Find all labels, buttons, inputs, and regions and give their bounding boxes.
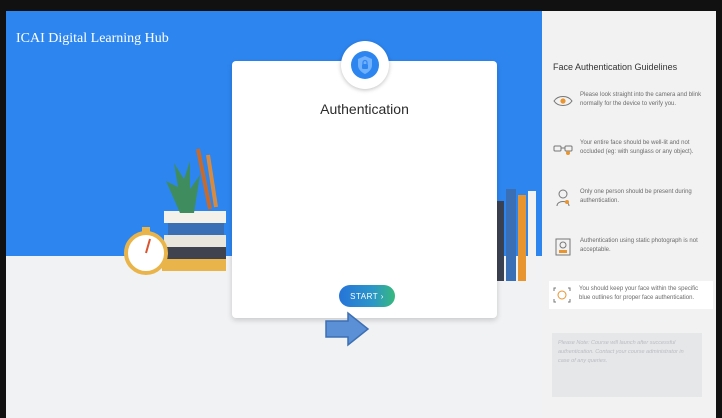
brand-title: ICAI Digital Learning Hub <box>16 31 169 46</box>
authentication-card: Authentication <box>232 61 497 318</box>
guideline-item: Only one person should be present during… <box>552 188 712 208</box>
card-title: Authentication <box>320 101 409 117</box>
photo-icon <box>552 237 574 257</box>
books-clock-illustration <box>124 148 226 275</box>
guideline-item: Authentication using static photograph i… <box>552 237 712 257</box>
guideline-item: Please look straight into the camera and… <box>552 91 712 111</box>
guideline-text: Only one person should be present during… <box>580 189 692 204</box>
guideline-text: You should keep your face within the spe… <box>579 286 699 301</box>
guideline-item: You should keep your face within the spe… <box>549 281 713 309</box>
app-frame: ICAI Digital Learning Hub Authentication <box>6 11 716 418</box>
start-button[interactable]: START › <box>339 285 395 307</box>
guidelines-panel: Face Authentication Guidelines Please lo… <box>542 11 716 418</box>
launch-note: Please Note: Course will launch after su… <box>552 333 702 397</box>
main-stage: ICAI Digital Learning Hub Authentication <box>6 11 542 418</box>
person-icon <box>552 188 574 208</box>
shield-lock-icon <box>351 51 379 79</box>
bookshelf-illustration <box>494 189 536 281</box>
pointer-arrow-icon <box>325 311 370 347</box>
glasses-icon <box>552 139 574 159</box>
guideline-item: Your entire face should be well-lit and … <box>552 139 712 159</box>
eye-icon <box>552 91 574 111</box>
shield-badge <box>341 41 389 89</box>
guideline-text: Please look straight into the camera and… <box>580 92 702 107</box>
face-outline-icon <box>551 285 573 305</box>
guideline-text: Authentication using static photograph i… <box>580 238 698 253</box>
guidelines-title: Face Authentication Guidelines <box>553 62 678 72</box>
guideline-text: Your entire face should be well-lit and … <box>580 140 694 155</box>
